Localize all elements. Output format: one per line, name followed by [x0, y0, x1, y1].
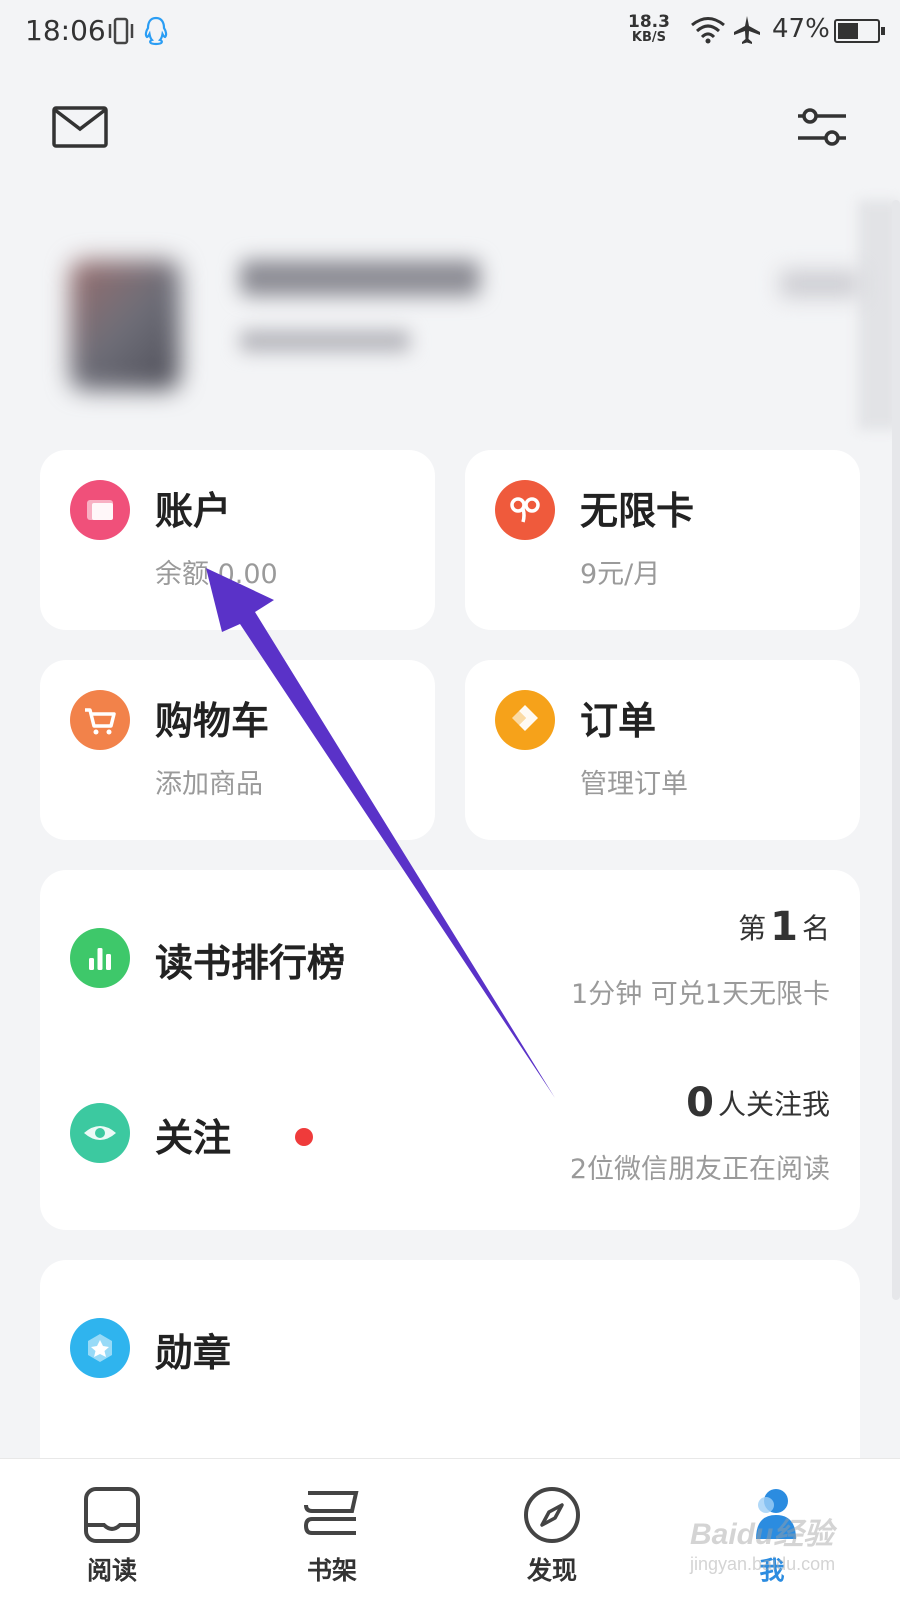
nav-read-label: 阅读 [86, 1556, 137, 1585]
profile-subtitle-blurred [240, 330, 410, 352]
status-bar: 18:06 18.3 KB/S 47% [0, 0, 900, 64]
unlimited-card[interactable]: 无限卡 9元/月 [465, 450, 860, 630]
nav-read[interactable]: 阅读 [52, 1459, 172, 1600]
order-icon [495, 690, 555, 750]
wifi-icon [690, 16, 726, 48]
profile-name-blurred [240, 260, 480, 296]
social-card: 读书排行榜 第1名 1分钟 可兑1天无限卡 关注 0 人关注我 2位微信朋友正在阅… [40, 870, 860, 1230]
unlimited-title: 无限卡 [580, 489, 695, 533]
follow-row[interactable]: 关注 0 人关注我 2位微信朋友正在阅读 [40, 1055, 860, 1205]
battery-icon [834, 19, 885, 43]
profile-header[interactable] [40, 210, 880, 420]
network-speed: 18.3 KB/S [628, 14, 670, 46]
cart-subtitle: 添加商品 [155, 769, 263, 800]
net-speed-value: 18.3 [628, 12, 670, 32]
ranking-title: 读书排行榜 [155, 941, 346, 985]
follower-count: 0 人关注我 [682, 1080, 830, 1126]
nav-shelf-label: 书架 [306, 1556, 357, 1585]
rank-suffix: 名 [801, 912, 830, 945]
compass-icon [524, 1487, 580, 1543]
follow-subtitle: 2位微信朋友正在阅读 [569, 1154, 830, 1185]
nav-discover-label: 发现 [526, 1556, 577, 1585]
mail-icon [52, 106, 108, 148]
airplane-icon [732, 14, 762, 50]
cart-icon [70, 690, 130, 750]
wallet-icon [70, 480, 130, 540]
account-balance: 余额 0.00 [155, 559, 278, 590]
account-title: 账户 [155, 489, 232, 533]
follower-count-value: 0 [686, 1080, 714, 1126]
settings-button[interactable] [796, 106, 848, 148]
status-time: 18:06 [25, 14, 106, 47]
sliders-icon [798, 108, 846, 146]
orders-title: 订单 [580, 699, 657, 743]
ranking-row[interactable]: 读书排行榜 第1名 1分钟 可兑1天无限卡 [40, 870, 860, 1020]
book-icon [84, 1487, 140, 1543]
orders-subtitle: 管理订单 [580, 769, 688, 800]
rank-value: 1 [770, 904, 798, 950]
medal-title: 勋章 [155, 1331, 232, 1375]
unlimited-price: 9元/月 [580, 559, 661, 590]
shelf-icon [303, 1491, 359, 1535]
nav-shelf[interactable]: 书架 [272, 1459, 392, 1600]
nav-discover[interactable]: 发现 [492, 1459, 612, 1600]
bottom-nav: 阅读 书架 发现 我 Baidu经验 jingyan.baidu.com [0, 1458, 900, 1600]
orders-card[interactable]: 订单 管理订单 [465, 660, 860, 840]
net-speed-unit: KB/S [631, 30, 667, 45]
scrollbar[interactable] [892, 200, 900, 1300]
eye-icon [70, 1103, 130, 1163]
ranking-subtitle: 1分钟 可兑1天无限卡 [571, 979, 830, 1010]
rank-prefix: 第 [738, 912, 767, 945]
watermark: Baidu经验 [690, 1518, 834, 1551]
medal-icon [70, 1318, 130, 1378]
cart-card[interactable]: 购物车 添加商品 [40, 660, 435, 840]
follow-title: 关注 [155, 1116, 232, 1160]
qq-icon [143, 16, 169, 50]
ranking-position: 第1名 [738, 904, 830, 950]
account-card[interactable]: 账户 余额 0.00 [40, 450, 435, 630]
follower-count-suffix: 人关注我 [717, 1088, 830, 1121]
bar-chart-icon [70, 928, 130, 988]
battery-percent: 47% [772, 14, 830, 44]
vibrate-icon [108, 16, 134, 50]
mail-button[interactable] [52, 106, 108, 148]
avatar[interactable] [70, 260, 180, 390]
watermark-url: jingyan.baidu.com [690, 1554, 836, 1574]
cart-title: 购物车 [155, 699, 270, 743]
profile-link-blurred [780, 270, 860, 298]
notification-dot [295, 1128, 313, 1146]
infinity-card-icon [495, 480, 555, 540]
